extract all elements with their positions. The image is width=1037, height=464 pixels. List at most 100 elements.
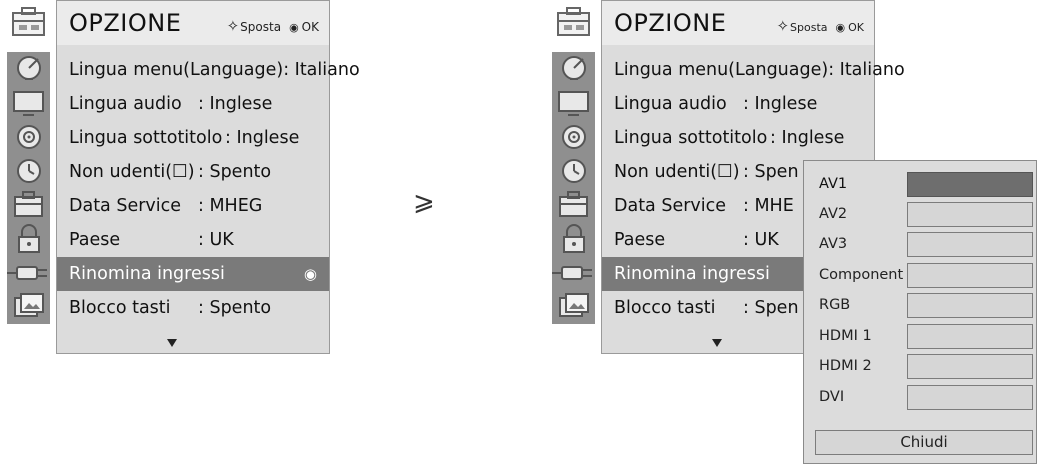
input-name-field[interactable] xyxy=(907,385,1033,410)
input-name-field[interactable] xyxy=(907,202,1033,227)
item-label: Lingua sottotitolo xyxy=(614,128,768,148)
menu-header: OPZIONE ✧Sposta ◉ OK xyxy=(57,1,329,45)
nav-hints: ✧Sposta ◉ OK xyxy=(227,17,319,35)
item-label: Lingua audio xyxy=(69,94,182,114)
menu-item-rinomina-ingressi[interactable]: Rinomina ingressi ◉ xyxy=(57,257,329,291)
hint-move: Sposta xyxy=(790,21,828,34)
menu-item-lingua-sottotitolo[interactable]: Lingua sottotitolo: Inglese xyxy=(602,121,874,155)
input-row-av2[interactable]: AV2 xyxy=(804,201,1036,232)
input-source-label: HDMI 2 xyxy=(819,358,872,374)
input-source-label: HDMI 1 xyxy=(819,328,872,344)
item-value: : Spento xyxy=(198,298,272,318)
item-value: : Inglese xyxy=(225,128,300,148)
step-arrow-icon: ⩾ xyxy=(413,187,435,217)
option-toolbox-icon[interactable] xyxy=(5,6,52,40)
hint-ok: OK xyxy=(301,20,319,34)
menu-title: OPZIONE xyxy=(69,9,182,37)
item-label: Rinomina ingressi xyxy=(614,264,770,284)
speaker-audio-icon[interactable] xyxy=(550,120,597,154)
input-source-label: RGB xyxy=(819,297,851,313)
item-value: : UK xyxy=(743,230,779,250)
photo-usb-icon[interactable] xyxy=(550,290,597,324)
menu-item-lingua-menu[interactable]: Lingua menu(Language): Italiano xyxy=(57,53,360,87)
input-row-av3[interactable]: AV3 xyxy=(804,231,1036,262)
input-source-label: AV3 xyxy=(819,236,848,252)
option-menu-before: OPZIONE ✧Sposta ◉ OK Lingua menu(Language)… xyxy=(5,0,360,354)
input-name-field[interactable] xyxy=(907,354,1033,379)
scroll-down-icon[interactable] xyxy=(712,339,722,347)
item-label: Data Service xyxy=(69,196,182,216)
item-value: : UK xyxy=(198,230,234,250)
ok-button-icon: ◉ xyxy=(835,21,846,34)
close-button[interactable]: Chiudi xyxy=(815,430,1033,455)
item-value: : MHEG xyxy=(198,196,263,216)
scroll-down-icon[interactable] xyxy=(167,339,177,347)
move-arrows-icon: ✧ xyxy=(776,17,790,35)
category-icon-column xyxy=(550,0,601,354)
menu-item-paese[interactable]: Paese: UK xyxy=(57,223,329,257)
menu-header: OPZIONE ✧Sposta ◉ OK xyxy=(602,1,874,45)
antenna-dish-icon[interactable] xyxy=(5,52,52,86)
option-menu-box: OPZIONE ✧Sposta ◉ OK Lingua menu(Language)… xyxy=(56,0,360,354)
input-source-label: Component xyxy=(819,267,904,283)
menu-item-blocco-tasti[interactable]: Blocco tasti : Spento xyxy=(57,291,329,325)
tv-picture-icon[interactable] xyxy=(5,86,52,120)
input-source-label: AV1 xyxy=(819,176,848,192)
item-label: Lingua sottotitolo xyxy=(69,128,223,148)
input-source-label: AV2 xyxy=(819,206,848,222)
category-icon-column xyxy=(5,0,56,354)
clock-time-icon[interactable] xyxy=(550,154,597,188)
tv-picture-icon[interactable] xyxy=(550,86,597,120)
item-label: Non udenti(☐) xyxy=(69,162,195,182)
input-row-rgb[interactable]: RGB xyxy=(804,292,1036,323)
item-value: : Inglese xyxy=(770,128,845,148)
item-label: Lingua menu(Language): Italiano xyxy=(614,60,905,80)
item-label: Data Service xyxy=(614,196,727,216)
item-label: Lingua audio xyxy=(614,94,727,114)
menu-title: OPZIONE xyxy=(614,9,727,37)
menu-item-lingua-audio[interactable]: Lingua audio: Inglese xyxy=(602,87,874,121)
menu-item-lingua-menu[interactable]: Lingua menu(Language): Italiano xyxy=(602,53,905,87)
input-row-hdmi2[interactable]: HDMI 2 xyxy=(804,353,1036,384)
input-row-dvi[interactable]: DVI xyxy=(804,384,1036,415)
option-toolbox-icon[interactable] xyxy=(550,6,597,40)
menu-item-lingua-audio[interactable]: Lingua audio : Inglese xyxy=(57,87,329,121)
rename-inputs-popup: AV1 AV2 AV3 Component RGB HDMI 1 HDMI 2 … xyxy=(803,160,1037,464)
item-label: Lingua menu(Language): Italiano xyxy=(69,60,360,80)
input-name-field[interactable] xyxy=(907,263,1033,288)
input-name-field[interactable] xyxy=(907,232,1033,257)
lock-icon[interactable] xyxy=(550,222,597,256)
item-value: : Spento xyxy=(198,162,272,182)
input-name-field[interactable] xyxy=(907,293,1033,318)
item-label: Blocco tasti xyxy=(69,298,171,318)
ok-button-icon: ◉ xyxy=(289,21,299,34)
menu-item-lingua-sottotitolo[interactable]: Lingua sottotitolo: Inglese xyxy=(57,121,329,155)
photo-usb-icon[interactable] xyxy=(5,290,52,324)
item-label: Non udenti(☐) xyxy=(614,162,740,182)
item-label: Rinomina ingressi xyxy=(69,264,225,284)
speaker-audio-icon[interactable] xyxy=(5,120,52,154)
item-label: Blocco tasti xyxy=(614,298,716,318)
input-plug-icon[interactable] xyxy=(5,256,52,290)
clock-time-icon[interactable] xyxy=(5,154,52,188)
antenna-dish-icon[interactable] xyxy=(550,52,597,86)
item-value: : Inglese xyxy=(198,94,273,114)
menu-item-data-service[interactable]: Data Service : MHEG xyxy=(57,189,329,223)
menu-item-non-udenti[interactable]: Non udenti(☐): Spento xyxy=(57,155,329,189)
option-toolbox-icon[interactable] xyxy=(5,188,52,222)
lock-icon[interactable] xyxy=(5,222,52,256)
input-name-field[interactable] xyxy=(907,172,1033,197)
move-arrows-icon: ✧ xyxy=(226,17,240,35)
input-row-hdmi1[interactable]: HDMI 1 xyxy=(804,323,1036,354)
input-row-component[interactable]: Component xyxy=(804,262,1036,293)
option-toolbox-icon[interactable] xyxy=(550,188,597,222)
input-plug-icon[interactable] xyxy=(550,256,597,290)
input-row-av1[interactable]: AV1 xyxy=(804,171,1036,202)
selected-radio-icon: ◉ xyxy=(303,265,317,283)
input-name-field[interactable] xyxy=(907,324,1033,349)
nav-hints: ✧Sposta ◉ OK xyxy=(776,17,864,35)
hint-move: Sposta xyxy=(240,20,282,34)
input-source-label: DVI xyxy=(819,389,845,405)
item-label: Paese xyxy=(614,230,666,250)
item-value: : Spen xyxy=(743,298,799,318)
